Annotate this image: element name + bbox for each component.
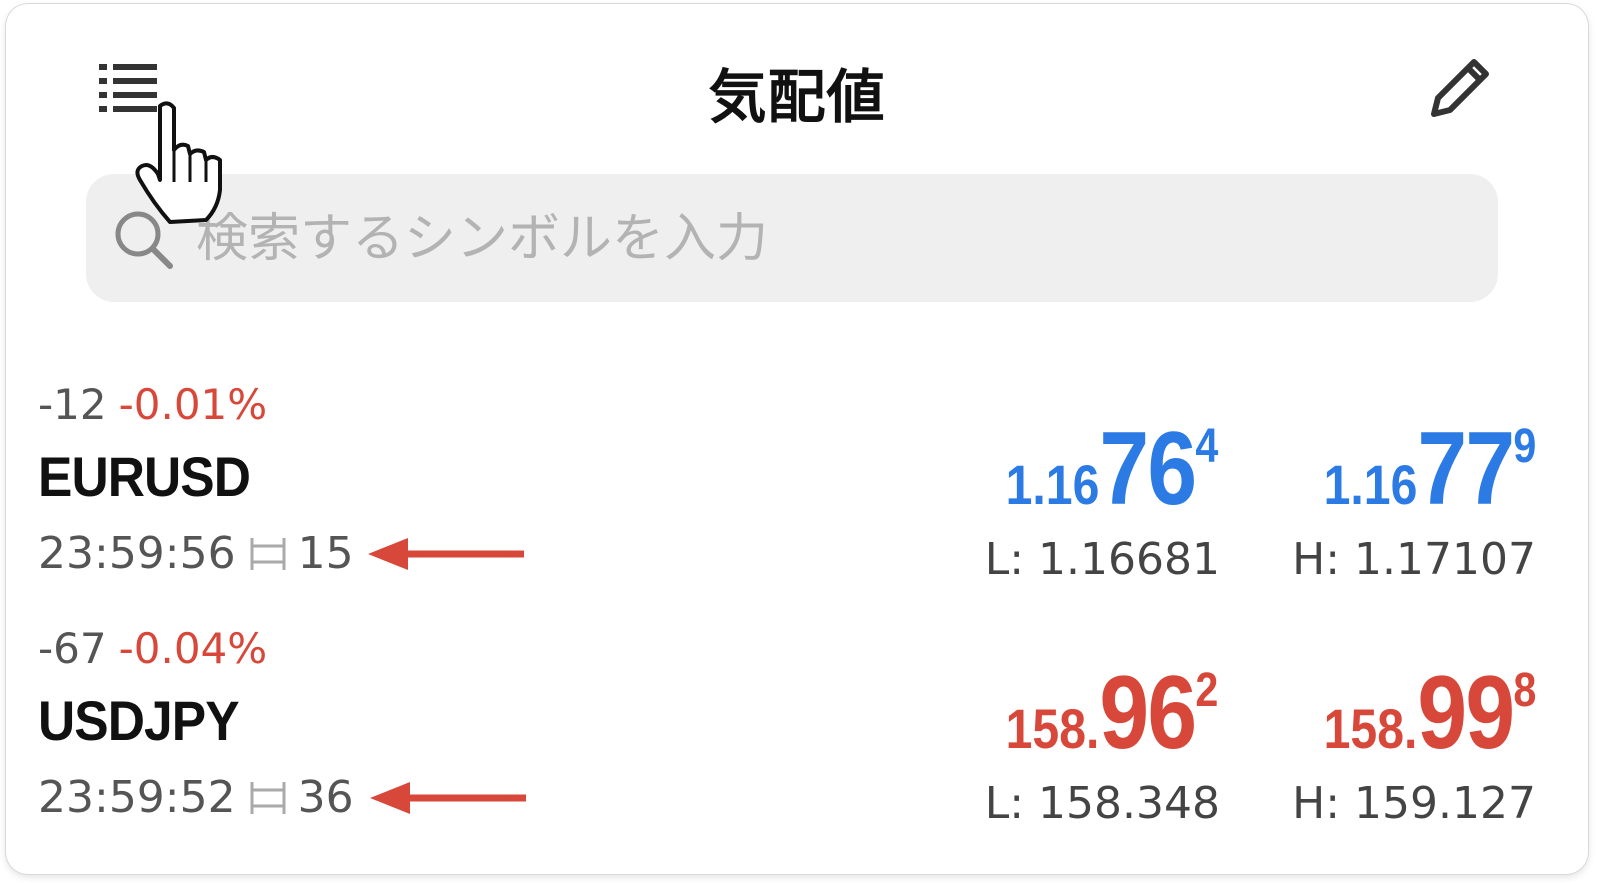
daily-change: -12 -0.01% [38, 380, 267, 429]
search-input[interactable] [194, 198, 1478, 280]
quote-time: 23:59:56 [38, 528, 236, 579]
search-bar[interactable] [86, 174, 1498, 302]
change-points: -67 [38, 624, 107, 673]
low-price: L: 158.348 [984, 778, 1220, 829]
bid-price: 1.16764 [1005, 411, 1218, 527]
ask-price: 1.16779 [1323, 411, 1536, 527]
quote-meta: 23:59:52 36 [38, 772, 354, 823]
quote-meta: 23:59:56 15 [38, 528, 354, 579]
symbol-name: USDJPY [38, 689, 240, 752]
spread-value: 15 [297, 528, 354, 579]
quote-row-eurusd[interactable]: -12 -0.01% EURUSD 23:59:56 15 1.16764 1.1… [6, 380, 1588, 620]
bid-price: 158.962 [1005, 655, 1218, 771]
symbol-name: EURUSD [38, 445, 251, 508]
change-percent: -0.04% [118, 624, 268, 673]
pointer-hand-icon [135, 101, 222, 224]
change-points: -12 [38, 380, 107, 429]
high-price: H: 1.17107 [1292, 534, 1536, 585]
spread-value: 36 [297, 772, 354, 823]
change-percent: -0.01% [118, 380, 268, 429]
quote-time: 23:59:52 [38, 772, 236, 823]
spread-icon [250, 537, 286, 570]
low-price: L: 1.16681 [984, 534, 1220, 585]
high-price: H: 159.127 [1292, 778, 1536, 829]
ask-price: 158.998 [1323, 655, 1536, 771]
market-watch-panel: 気配値 -12-0.01% EURUSD 23:59:56 15 [6, 4, 1588, 874]
quote-row-usdjpy[interactable]: -67 -0.04% USDJPY 23:59:52 36 158.962 158… [6, 624, 1588, 864]
annotation-arrow [368, 538, 524, 570]
spread-icon [250, 781, 286, 814]
page-title: 気配値 [708, 63, 886, 131]
daily-change: -67 -0.04% [38, 624, 267, 673]
annotation-arrow [370, 782, 526, 814]
pencil-icon[interactable] [1426, 52, 1496, 122]
